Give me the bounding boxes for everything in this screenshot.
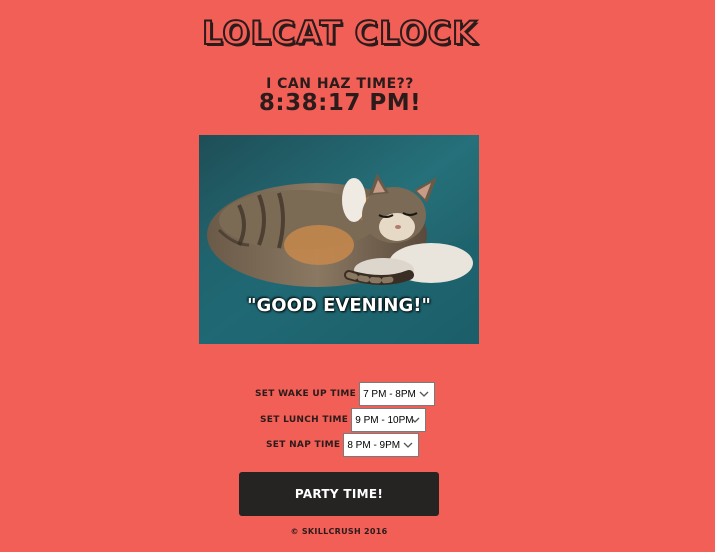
page: Lolcat Clock I can haz time?? 8:38:17 PM… bbox=[0, 0, 715, 552]
lunch-time-label: Set lunch time bbox=[260, 415, 349, 425]
wake-time-select[interactable]: 7 PM - 8PM bbox=[359, 382, 436, 406]
nap-time-label: Set nap time bbox=[266, 440, 341, 450]
image-caption: "GOOD EVENING!" bbox=[247, 295, 431, 316]
lunch-time-row: Set lunch time 9 PM - 10PM bbox=[260, 408, 427, 432]
page-title: Lolcat Clock bbox=[201, 13, 478, 53]
chevron-down-icon bbox=[410, 417, 420, 423]
chevron-down-icon bbox=[403, 442, 413, 448]
party-time-button[interactable]: Party Time! bbox=[239, 472, 439, 516]
clock-display: 8:38:17 PM! bbox=[258, 90, 422, 116]
nap-time-select[interactable]: 8 PM - 9PM bbox=[343, 433, 420, 457]
chevron-down-icon bbox=[419, 391, 429, 397]
wake-time-value: 7 PM - 8PM bbox=[363, 388, 416, 400]
footer-copyright: © Skillcrush 2016 bbox=[290, 527, 388, 536]
lunch-time-value: 9 PM - 10PM bbox=[355, 414, 414, 426]
lunch-time-select[interactable]: 9 PM - 10PM bbox=[351, 408, 427, 432]
lolcat-image: "GOOD EVENING!" bbox=[199, 135, 479, 344]
wake-time-label: Set wake up time bbox=[255, 389, 357, 399]
nap-time-row: Set nap time 8 PM - 9PM bbox=[266, 433, 420, 457]
nap-time-value: 8 PM - 9PM bbox=[347, 439, 401, 451]
wake-time-row: Set wake up time 7 PM - 8PM bbox=[255, 382, 436, 406]
